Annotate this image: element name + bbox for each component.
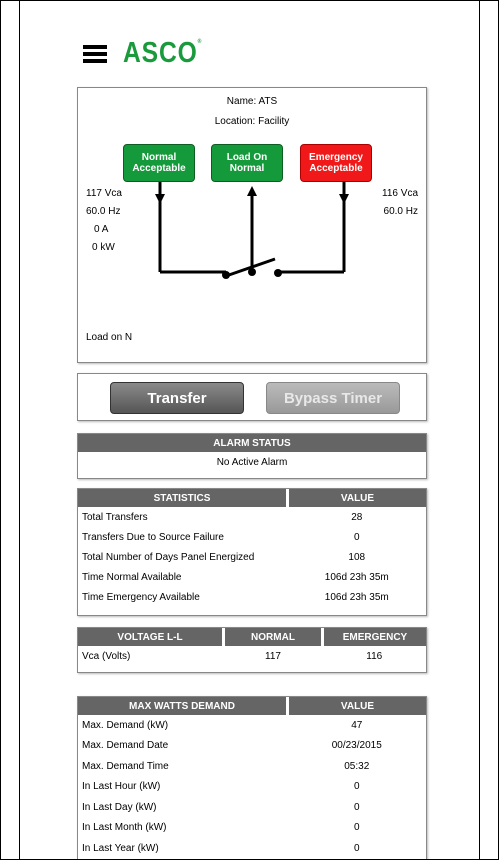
max-watts-demand-table: MAX WATTS DEMAND VALUE Max. Demand (kW) 4… [78,697,426,859]
table-row: Time Normal Available 106d 23h 35m [82,571,389,583]
table-row: In Last Year (kW) 0 [82,842,360,854]
table-row: Time Emergency Available 106d 23h 35m [82,591,389,603]
alarm-status-text: No Active Alarm [216,457,288,468]
alarm-status-panel: ALARM STATUS No Active Alarm [77,433,427,479]
statistics-table: STATISTICS VALUE Total Transfers 28 Trans… [78,489,426,607]
menu-icon[interactable] [83,45,107,63]
asco-logo: ASCO® [123,37,203,69]
statistics-panel: STATISTICS VALUE Total Transfers 28 Trans… [77,488,427,616]
alarm-status-header: ALARM STATUS [78,434,426,452]
page-frame: ASCO® Name: ATS Location: Facility Norma… [0,0,499,860]
transfer-button[interactable]: Transfer [110,382,244,414]
right-margin-line [479,1,480,859]
table-row: Max. Demand Time 05:32 [82,760,370,772]
table-row: Total Number of Days Panel Energized 108 [82,551,366,563]
table-row: In Last Hour (kW) 0 [82,781,360,793]
max-watts-demand-panel: MAX WATTS DEMAND VALUE Max. Demand (kW) 4… [77,696,427,859]
load-status: Load on N [86,332,133,343]
voltage-table: VOLTAGE L-L NORMAL EMERGENCY Vca (Volts)… [78,628,426,666]
transfer-switch-diagram [155,182,349,279]
voltage-panel: VOLTAGE L-L NORMAL EMERGENCY Vca (Volts)… [77,627,427,673]
table-row: Max. Demand (kW) 47 [82,719,363,731]
normal-header: NORMAL [223,628,324,646]
table-row: Max. Demand Date 00/23/2015 [82,740,382,752]
statistics-header: STATISTICS [78,489,289,507]
table-row: Total Transfers 28 [82,511,363,523]
table-row: Vca (Volts) 117 116 [82,650,383,662]
max-watts-header: MAX WATTS DEMAND [78,697,289,715]
ats-diagram-panel: Name: ATS Location: Facility Normal Acce… [77,87,427,363]
emergency-header: EMERGENCY [322,628,426,646]
statistics-value-header: VALUE [287,489,426,507]
max-watts-value-header: VALUE [287,697,426,715]
table-row: Transfers Due to Source Failure 0 [82,531,360,543]
actions-panel: Transfer Bypass Timer [77,373,427,421]
voltage-header: VOLTAGE L-L [78,628,225,646]
table-row: In Last Month (kW) 0 [82,822,360,834]
left-margin-line [19,1,20,859]
table-row: In Last Day (kW) 0 [82,801,360,813]
bypass-timer-button[interactable]: Bypass Timer [266,382,400,414]
